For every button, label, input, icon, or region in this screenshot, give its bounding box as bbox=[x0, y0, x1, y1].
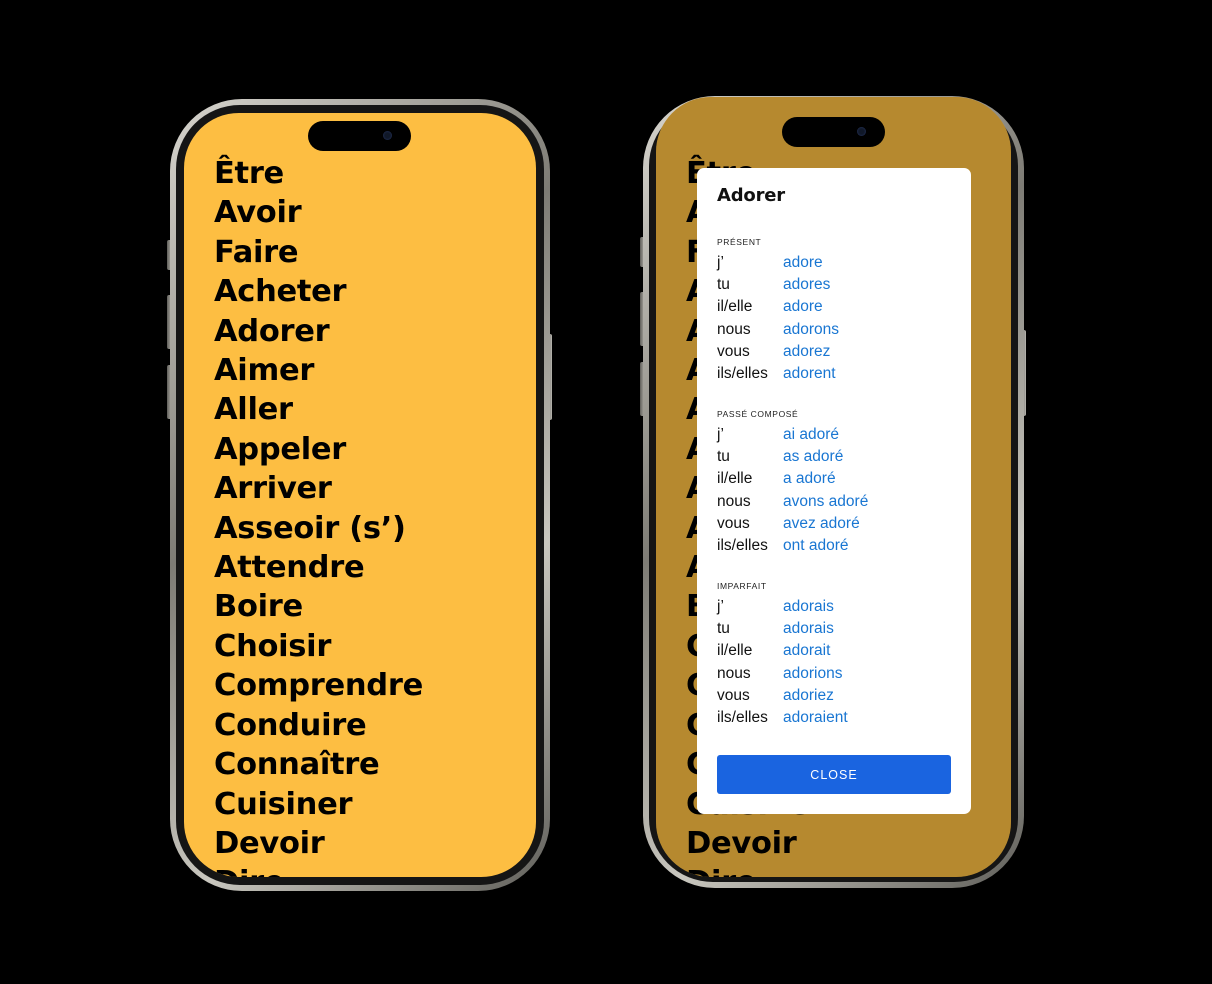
close-button[interactable]: CLOSE bbox=[717, 755, 951, 794]
conjugation-row: j’ adorais bbox=[717, 596, 848, 618]
verb-list-item[interactable]: Boire bbox=[214, 587, 423, 626]
verb-list-item[interactable]: Comprendre bbox=[214, 666, 423, 705]
verb-list-item[interactable]: Aimer bbox=[214, 351, 423, 390]
conjugation-row: ils/elles adoraient bbox=[717, 707, 848, 729]
verb-list-item[interactable]: Connaître bbox=[214, 745, 423, 784]
tense-imparfait: IMPARFAIT j’ adorais tu adorais il/elle ado… bbox=[717, 580, 848, 729]
verb-form: ont adoré bbox=[783, 536, 849, 554]
pronoun: ils/elles bbox=[717, 708, 768, 726]
verb-form: ai adoré bbox=[783, 426, 840, 443]
verb-list-item[interactable]: Conduire bbox=[214, 706, 423, 745]
tense-passe-compose: PASSÉ COMPOSÉ j’ ai adoré tu as adoré il/e… bbox=[717, 408, 868, 557]
verb-form: adorais bbox=[783, 598, 834, 615]
verb-form: adores bbox=[783, 276, 831, 294]
front-camera-icon bbox=[857, 127, 866, 136]
verb-form: adorent bbox=[783, 364, 836, 382]
pronoun: tu bbox=[717, 620, 730, 638]
conjugation-row: tu adorais bbox=[717, 618, 848, 640]
verb-detail-screen: ÊtreAvoirFaireAcheterAdorerAimerAllerApp… bbox=[656, 97, 1011, 877]
conjugation-row: vous avez adoré bbox=[717, 513, 868, 535]
verb-form: avons adoré bbox=[783, 492, 869, 510]
verb-list-screen[interactable]: Être Avoir Faire Acheter Adorer Aimer Aller App… bbox=[184, 113, 536, 877]
dynamic-island bbox=[782, 117, 885, 147]
dialog-title: Adorer bbox=[717, 185, 785, 206]
verb-form: adorons bbox=[783, 320, 840, 338]
verb-list-item[interactable]: Aller bbox=[214, 390, 423, 429]
conjugation-row: vous adorez bbox=[717, 341, 839, 363]
verb-list: ÊtreAvoirFaireAcheterAdorerAimerAllerApp… bbox=[214, 154, 423, 877]
verb-form: as adoré bbox=[783, 448, 844, 466]
dynamic-island bbox=[308, 121, 411, 151]
verb-list-item[interactable]: Cuisiner bbox=[214, 785, 423, 824]
verb-list-item[interactable]: Faire bbox=[214, 233, 423, 272]
verb-list-item[interactable]: Avoir bbox=[214, 193, 423, 232]
verb-form: a adoré bbox=[783, 470, 836, 488]
conjugation-row: j’ adore bbox=[717, 252, 839, 274]
verb-list-item[interactable]: Devoir bbox=[214, 824, 423, 863]
pronoun: vous bbox=[717, 686, 750, 704]
conjugation-row: il/elle adorait bbox=[717, 640, 848, 662]
tense-caption: PRÉSENT bbox=[717, 237, 762, 247]
tense-caption: PASSÉ COMPOSÉ bbox=[717, 409, 799, 419]
pronoun: j’ bbox=[717, 426, 724, 443]
pronoun: nous bbox=[717, 320, 751, 338]
verb-list-item[interactable]: Être bbox=[214, 154, 423, 193]
pronoun: il/elle bbox=[717, 470, 753, 488]
conjugation-row: tu adores bbox=[717, 274, 839, 296]
pronoun: tu bbox=[717, 276, 730, 294]
pronoun: nous bbox=[717, 664, 751, 682]
conjugation-row: nous adorons bbox=[717, 319, 839, 341]
verb-list-item[interactable]: Appeler bbox=[214, 430, 423, 469]
conjugation-row: tu as adoré bbox=[717, 446, 868, 468]
pronoun: nous bbox=[717, 492, 751, 510]
verb-list-item[interactable]: Choisir bbox=[214, 627, 423, 666]
pronoun: vous bbox=[717, 514, 750, 532]
conjugation-row: nous avons adoré bbox=[717, 491, 868, 513]
conjugation-row: ils/elles ont adoré bbox=[717, 535, 868, 557]
pronoun: il/elle bbox=[717, 642, 753, 660]
verb-list-item[interactable]: Adorer bbox=[214, 312, 423, 351]
front-camera-icon bbox=[383, 131, 392, 140]
verb-list-item[interactable]: Attendre bbox=[214, 548, 423, 587]
verb-list-item[interactable]: Arriver bbox=[214, 469, 423, 508]
tense-present: PRÉSENT j’ adore tu adores il/elle adore no… bbox=[717, 236, 839, 385]
verb-form: adorez bbox=[783, 342, 831, 360]
conjugation-row: nous adorions bbox=[717, 663, 848, 685]
verb-form: adoraient bbox=[783, 708, 848, 726]
verb-form: adorais bbox=[783, 620, 834, 638]
conjugation-row: il/elle a adoré bbox=[717, 468, 868, 490]
verb-list-item[interactable]: Acheter bbox=[214, 272, 423, 311]
verb-form: adorions bbox=[783, 664, 843, 682]
pronoun: il/elle bbox=[717, 298, 753, 316]
pronoun: ils/elles bbox=[717, 536, 768, 554]
conjugation-row: vous adoriez bbox=[717, 685, 848, 707]
verb-list-item[interactable]: Dire bbox=[214, 863, 423, 877]
conjugation-row: ils/elles adorent bbox=[717, 363, 839, 385]
verb-form: avez adoré bbox=[783, 514, 860, 532]
verb-list-item[interactable]: Asseoir (s’) bbox=[214, 509, 423, 548]
conjugation-row: il/elle adore bbox=[717, 296, 839, 318]
verb-form: adoriez bbox=[783, 686, 834, 704]
pronoun: tu bbox=[717, 448, 730, 466]
verb-form: adore bbox=[783, 298, 823, 316]
verb-form: adore bbox=[783, 254, 823, 271]
pronoun: j’ bbox=[717, 598, 724, 615]
conjugation-dialog: Adorer PRÉSENT j’ adore tu adores il/elle a… bbox=[697, 168, 971, 814]
pronoun: vous bbox=[717, 342, 750, 360]
pronoun: j’ bbox=[717, 254, 724, 271]
verb-form: adorait bbox=[783, 642, 831, 660]
pronoun: ils/elles bbox=[717, 364, 768, 382]
tense-caption: IMPARFAIT bbox=[717, 581, 767, 591]
conjugation-row: j’ ai adoré bbox=[717, 424, 868, 446]
